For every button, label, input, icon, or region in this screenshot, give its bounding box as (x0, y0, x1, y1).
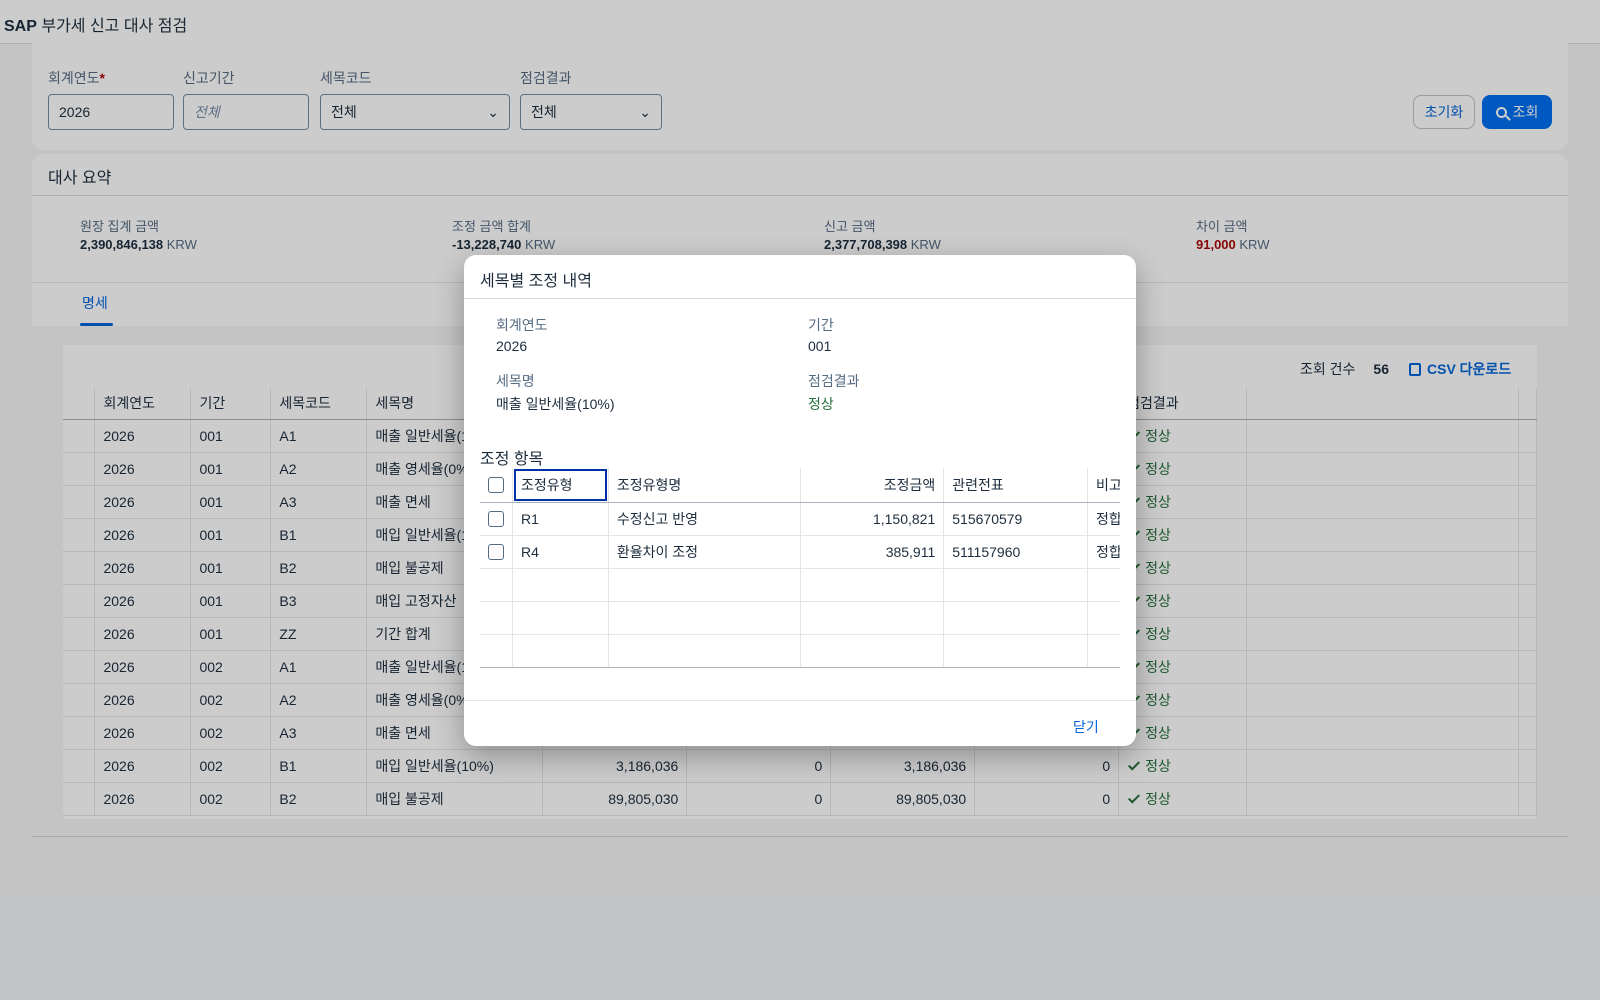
close-button[interactable]: 닫기 (1073, 717, 1099, 737)
table-cell: 515670579 (943, 502, 1089, 536)
table-row[interactable]: R1 수정신고 반영 1,150,821 515670579 정합 (480, 502, 1120, 536)
checkbox-cell (480, 535, 513, 569)
adjustment-table: 조정유형 조정유형명 조정금액 관련전표 비고 R1 수정신고 반영 1,150,8… (480, 468, 1120, 668)
table-cell: R4 (512, 535, 609, 569)
table-cell: 1,150,821 (800, 502, 945, 536)
table-cell (608, 568, 801, 602)
column-header[interactable]: 조정금액 (800, 468, 945, 503)
column-header[interactable]: 관련전표 (943, 468, 1089, 503)
status-value: 정상 (808, 396, 834, 412)
field-value: 001 (808, 338, 832, 354)
divider (464, 700, 1136, 701)
field-label: 세목명 (496, 373, 535, 389)
column-header[interactable]: 조정유형명 (608, 468, 801, 503)
table-cell (800, 634, 945, 668)
section-title: 조정 항목 (480, 451, 544, 468)
table-cell (512, 601, 609, 635)
table-cell (943, 568, 1089, 602)
field-label: 점검결과 (808, 373, 860, 389)
empty-row (480, 634, 1120, 668)
table-row[interactable]: R4 환율차이 조정 385,911 511157960 정합 (480, 535, 1120, 569)
checkbox-cell (480, 601, 513, 635)
checkbox-cell (480, 634, 513, 668)
table-cell: 환율차이 조정 (608, 535, 801, 569)
empty-row (480, 601, 1120, 635)
table-cell (943, 634, 1089, 668)
column-header[interactable]: 비고 (1087, 468, 1120, 503)
field-label: 회계연도 (496, 317, 548, 333)
adjustment-table-wrapper: 조정유형 조정유형명 조정금액 관련전표 비고 R1 수정신고 반영 1,150,8… (480, 468, 1120, 668)
select-all-cell (480, 468, 513, 503)
table-cell (800, 568, 945, 602)
field-value: 매출 일반세율(10%) (496, 396, 615, 412)
table-cell: 정합 (1087, 502, 1120, 536)
table-cell (800, 601, 945, 635)
table-cell: 정합 (1087, 535, 1120, 569)
table-header-row: 조정유형 조정유형명 조정금액 관련전표 비고 (480, 468, 1120, 503)
table-cell: 511157960 (943, 535, 1089, 569)
table-cell (512, 634, 609, 668)
table-cell (512, 568, 609, 602)
dialog-title: 세목별 조정 내역 (480, 273, 592, 290)
table-cell (1087, 634, 1120, 668)
row-checkbox[interactable] (488, 511, 504, 528)
column-header[interactable]: 조정유형 (512, 468, 609, 503)
table-cell (943, 601, 1089, 635)
select-all-checkbox[interactable] (488, 477, 504, 494)
field-value: 2026 (496, 338, 528, 354)
row-checkbox[interactable] (488, 544, 504, 561)
table-cell: R1 (512, 502, 609, 536)
checkbox-cell (480, 568, 513, 602)
table-cell (608, 634, 801, 668)
table-cell (1087, 568, 1120, 602)
field-label: 기간 (808, 317, 834, 333)
table-cell (1087, 601, 1120, 635)
divider (464, 298, 1136, 299)
checkbox-cell (480, 502, 513, 536)
table-cell: 수정신고 반영 (608, 502, 801, 536)
empty-row (480, 568, 1120, 602)
table-cell: 385,911 (800, 535, 945, 569)
adjustment-dialog: 세목별 조정 내역 회계연도 2026 기간 001 세목명 매출 일반세율(1… (464, 255, 1136, 746)
table-cell (608, 601, 801, 635)
